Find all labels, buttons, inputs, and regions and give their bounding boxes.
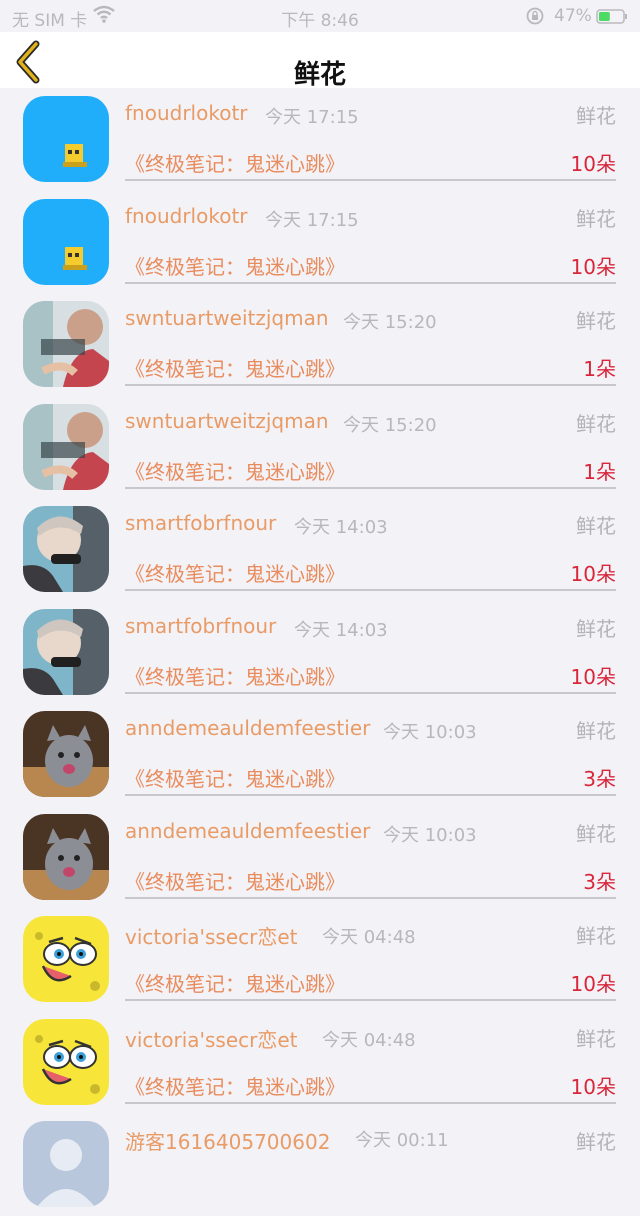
blue-cartoon-avatar[interactable] xyxy=(23,198,109,285)
list-item[interactable]: smartfobrfnour 今天 14:03 鲜花 《终极笔记：鬼迷心跳》 1… xyxy=(0,498,640,601)
username[interactable]: anndemeauldemfeestier xyxy=(125,819,370,843)
list-item[interactable]: swntuartweitzjqman 今天 15:20 鲜花 《终极笔记：鬼迷心… xyxy=(0,396,640,499)
gift-type: 鲜花 xyxy=(576,821,616,846)
list-item[interactable]: anndemeauldemfeestier 今天 10:03 鲜花 《终极笔记：… xyxy=(0,806,640,909)
gift-type: 鲜花 xyxy=(576,616,616,641)
list-item[interactable]: swntuartweitzjqman 今天 15:20 鲜花 《终极笔记：鬼迷心… xyxy=(0,293,640,396)
page-title: 鲜花 xyxy=(293,60,346,90)
book-title[interactable]: 《终极笔记：鬼迷心跳》 xyxy=(125,456,345,485)
rotation-lock-icon xyxy=(526,7,544,25)
flower-count: 3朵 xyxy=(583,767,616,791)
username[interactable]: swntuartweitzjqman xyxy=(125,409,329,433)
girl-photo-avatar[interactable] xyxy=(23,403,109,490)
timestamp: 今天 15:20 xyxy=(343,414,437,436)
divider xyxy=(125,384,616,386)
cat-photo-avatar[interactable] xyxy=(23,813,109,900)
divider xyxy=(125,1101,616,1104)
gift-type: 鲜花 xyxy=(576,1130,616,1154)
book-title[interactable]: 《终极笔记：鬼迷心跳》 xyxy=(125,148,345,177)
book-title[interactable]: 《终极笔记：鬼迷心跳》 xyxy=(125,558,345,587)
flower-count: 1朵 xyxy=(583,357,616,381)
gift-type: 鲜花 xyxy=(576,104,616,128)
timestamp: 今天 10:03 xyxy=(383,722,477,743)
list-item[interactable]: fnoudrlokotr 今天 17:15 鲜花 《终极笔记：鬼迷心跳》 10朵 xyxy=(0,191,640,294)
divider xyxy=(125,179,616,181)
divider xyxy=(125,281,616,284)
timestamp: 今天 17:15 xyxy=(265,209,359,231)
timestamp: 今天 04:48 xyxy=(322,927,416,948)
flower-count: 10朵 xyxy=(570,1074,616,1099)
timestamp: 今天 04:48 xyxy=(322,1029,416,1051)
timestamp: 今天 14:03 xyxy=(294,619,388,641)
divider xyxy=(125,589,616,591)
username[interactable]: swntuartweitzjqman xyxy=(125,306,329,330)
flower-count: 3朵 xyxy=(583,869,616,894)
book-title[interactable]: 《终极笔记：鬼迷心跳》 xyxy=(125,763,345,792)
username[interactable]: smartfobrfnour xyxy=(125,511,276,535)
list-item[interactable]: smartfobrfnour 今天 14:03 鲜花 《终极笔记：鬼迷心跳》 1… xyxy=(0,601,640,704)
blue-cartoon-avatar[interactable] xyxy=(23,96,109,182)
book-title[interactable]: 《终极笔记：鬼迷心跳》 xyxy=(125,1071,345,1100)
flower-count: 10朵 xyxy=(570,972,616,996)
timestamp: 今天 15:20 xyxy=(343,312,437,333)
spongebob-avatar[interactable] xyxy=(23,916,109,1002)
book-title[interactable]: 《终极笔记：鬼迷心跳》 xyxy=(125,661,345,690)
status-time: 下午 8:46 xyxy=(281,11,359,31)
list-item[interactable]: victoria'ssecr恋et 今天 04:48 鲜花 《终极笔记：鬼迷心跳… xyxy=(0,1011,640,1114)
timestamp: 今天 14:03 xyxy=(294,517,388,538)
list-item[interactable]: fnoudrlokotr 今天 17:15 鲜花 《终极笔记：鬼迷心跳》 10朵 xyxy=(0,88,640,191)
username[interactable]: victoria'ssecr恋et xyxy=(125,1024,298,1053)
spongebob-avatar[interactable] xyxy=(23,1018,109,1105)
gift-type: 鲜花 xyxy=(576,1026,616,1051)
status-bar: 无 SIM 卡 下午 8:46 47% xyxy=(0,0,640,32)
flower-count: 10朵 xyxy=(570,254,616,279)
gift-type: 鲜花 xyxy=(576,411,616,436)
timestamp: 今天 00:11 xyxy=(355,1130,449,1151)
divider xyxy=(125,486,616,489)
username[interactable]: fnoudrlokotr xyxy=(125,204,248,228)
boy-photo-avatar[interactable] xyxy=(23,506,109,592)
divider xyxy=(125,794,616,796)
gift-type: 鲜花 xyxy=(576,924,616,948)
flower-count: 10朵 xyxy=(570,562,616,586)
battery-icon xyxy=(596,9,627,24)
cat-photo-avatar[interactable] xyxy=(23,711,109,797)
timestamp: 今天 10:03 xyxy=(383,824,477,846)
book-title[interactable]: 《终极笔记：鬼迷心跳》 xyxy=(125,968,345,997)
girl-photo-avatar[interactable] xyxy=(23,301,109,387)
username[interactable]: 游客1616405700602 xyxy=(125,1126,330,1155)
gift-type: 鲜花 xyxy=(576,206,616,231)
divider xyxy=(125,999,616,1001)
divider xyxy=(125,896,616,899)
list-item[interactable]: 游客1616405700602 今天 00:11 鲜花 xyxy=(0,1113,640,1216)
gift-type: 鲜花 xyxy=(576,719,616,743)
list-item[interactable]: anndemeauldemfeestier 今天 10:03 鲜花 《终极笔记：… xyxy=(0,703,640,806)
gift-type: 鲜花 xyxy=(576,514,616,538)
divider xyxy=(125,691,616,694)
battery-percent: 47% xyxy=(554,6,592,26)
navigation-bar: 鲜花 xyxy=(0,32,640,90)
boy-photo-avatar[interactable] xyxy=(23,608,109,695)
default-avatar[interactable] xyxy=(23,1121,109,1207)
list-item[interactable]: victoria'ssecr恋et 今天 04:48 鲜花 《终极笔记：鬼迷心跳… xyxy=(0,908,640,1011)
flower-count: 10朵 xyxy=(570,152,616,176)
book-title[interactable]: 《终极笔记：鬼迷心跳》 xyxy=(125,251,345,280)
gift-record-list: fnoudrlokotr 今天 17:15 鲜花 《终极笔记：鬼迷心跳》 10朵… xyxy=(0,88,640,1216)
username[interactable]: smartfobrfnour xyxy=(125,614,276,638)
username[interactable]: fnoudrlokotr xyxy=(125,101,248,125)
timestamp: 今天 17:15 xyxy=(265,107,359,128)
flower-count: 1朵 xyxy=(583,459,616,484)
book-title[interactable]: 《终极笔记：鬼迷心跳》 xyxy=(125,353,345,382)
book-title[interactable]: 《终极笔记：鬼迷心跳》 xyxy=(125,866,345,895)
username[interactable]: anndemeauldemfeestier xyxy=(125,716,370,740)
username[interactable]: victoria'ssecr恋et xyxy=(125,921,298,950)
gift-type: 鲜花 xyxy=(576,309,616,333)
flower-count: 10朵 xyxy=(570,664,616,689)
